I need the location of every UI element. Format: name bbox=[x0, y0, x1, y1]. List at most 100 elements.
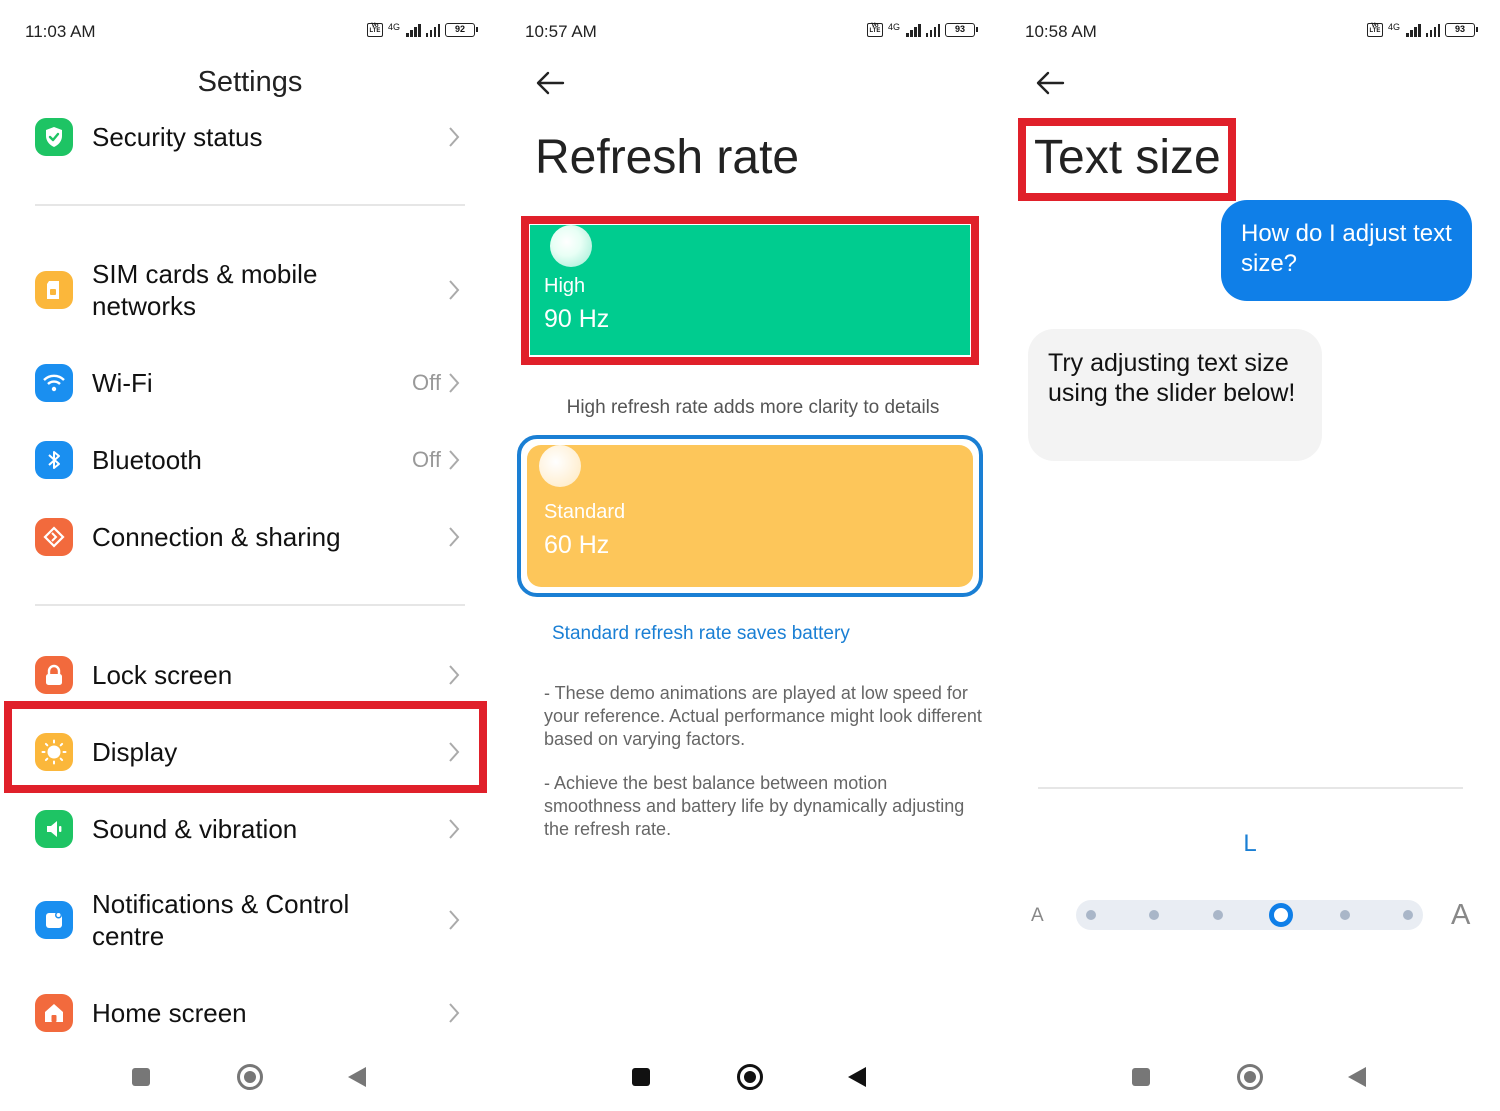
note-demo-animations: - These demo animations are played at lo… bbox=[544, 683, 982, 749]
settings-item-label: Home screen bbox=[92, 998, 247, 1028]
status-bar: 10:57 AM Vo LTE 4G 93 bbox=[525, 18, 978, 46]
navigation-bar bbox=[0, 1059, 500, 1095]
settings-item-label: Bluetooth bbox=[92, 445, 202, 475]
status-bar: 10:58 AM Vo LTE 4G 93 bbox=[1025, 18, 1478, 46]
settings-item-security-status[interactable]: Security status bbox=[35, 107, 465, 167]
settings-item-notifications[interactable]: Notifications & Control centre bbox=[35, 885, 465, 955]
battery-icon: 93 bbox=[1445, 23, 1478, 37]
text-size-slider[interactable] bbox=[1076, 900, 1423, 930]
back-arrow-icon[interactable] bbox=[535, 70, 565, 96]
volte-icon: Vo LTE bbox=[866, 23, 883, 37]
settings-item-label: SIM cards & mobile networks bbox=[92, 259, 318, 321]
slider-step-dot[interactable] bbox=[1086, 910, 1096, 920]
home-button[interactable] bbox=[737, 1064, 763, 1090]
status-icons: Vo LTE 4G 93 bbox=[1366, 22, 1478, 37]
lock-icon bbox=[35, 656, 73, 694]
settings-item-home-screen[interactable]: Home screen bbox=[35, 983, 465, 1043]
bluetooth-icon bbox=[35, 441, 73, 479]
refresh-option-label: High bbox=[544, 275, 586, 297]
chevron-right-icon bbox=[449, 450, 460, 470]
large-text-size-label: A bbox=[1451, 899, 1471, 931]
slider-thumb[interactable] bbox=[1269, 903, 1294, 927]
chevron-right-icon bbox=[449, 127, 460, 147]
network-type-label: 4G bbox=[887, 22, 900, 32]
settings-item-label: Connection & sharing bbox=[92, 522, 341, 552]
refresh-option-high[interactable]: High 90 Hz bbox=[530, 225, 970, 355]
speaker-icon bbox=[35, 810, 73, 848]
home-button[interactable] bbox=[237, 1064, 263, 1090]
settings-item-label: Wi-Fi bbox=[92, 368, 153, 398]
network-type-label: 4G bbox=[387, 22, 400, 32]
signal-icon bbox=[1425, 23, 1440, 37]
settings-item-label: Notifications & Control centre bbox=[92, 889, 350, 951]
back-button[interactable] bbox=[348, 1067, 366, 1087]
status-time: 10:57 AM bbox=[525, 22, 597, 41]
signal-icon bbox=[906, 23, 921, 37]
slider-step-dot[interactable] bbox=[1212, 910, 1223, 920]
user-message-bubble: How do I adjust text size? bbox=[1221, 200, 1472, 301]
refresh-rate-screen: 10:57 AM Vo LTE 4G 93 Refresh rate High 9… bbox=[500, 0, 1000, 1111]
settings-item-bluetooth[interactable]: Bluetooth Off bbox=[35, 430, 465, 490]
title-highlight-box bbox=[1018, 118, 1236, 201]
chevron-right-icon bbox=[449, 819, 460, 839]
status-icons: Vo LTE 4G 92 bbox=[366, 22, 478, 37]
recents-button[interactable] bbox=[132, 1068, 150, 1086]
navigation-bar bbox=[500, 1059, 1000, 1095]
settings-item-label: Sound & vibration bbox=[92, 814, 298, 844]
refresh-option-hz: 90 Hz bbox=[544, 305, 610, 333]
signal-icon bbox=[406, 23, 421, 37]
connection-sharing-icon bbox=[35, 518, 73, 556]
status-icons: Vo LTE 4G 93 bbox=[866, 22, 978, 37]
settings-screen: 11:03 AM Vo LTE 4G 92 Settings Security s… bbox=[0, 0, 500, 1111]
network-type-label: 4G bbox=[1387, 22, 1400, 32]
back-arrow-icon[interactable] bbox=[1035, 70, 1065, 96]
recents-button[interactable] bbox=[632, 1068, 650, 1086]
status-bar: 11:03 AM Vo LTE 4G 92 bbox=[25, 18, 478, 46]
chevron-right-icon bbox=[449, 1003, 460, 1023]
divider bbox=[1038, 787, 1463, 789]
bot-message-bubble: Try adjusting text size using the slider… bbox=[1028, 329, 1322, 461]
chevron-right-icon bbox=[449, 280, 460, 300]
small-text-size-label: A bbox=[1031, 905, 1044, 926]
page-title: Settings bbox=[197, 66, 303, 98]
status-time: 10:58 AM bbox=[1025, 22, 1097, 41]
signal-icon bbox=[925, 23, 940, 37]
settings-item-lock-screen[interactable]: Lock screen bbox=[35, 645, 465, 705]
wifi-status-value: Off bbox=[412, 370, 441, 395]
settings-item-sound-vibration[interactable]: Sound & vibration bbox=[35, 799, 465, 859]
bluetooth-status-value: Off bbox=[412, 447, 441, 472]
chevron-right-icon bbox=[449, 665, 460, 685]
chevron-right-icon bbox=[449, 373, 460, 393]
volte-icon: Vo LTE bbox=[1366, 23, 1383, 37]
note-best-balance: - Achieve the best balance between motio… bbox=[544, 773, 965, 839]
settings-item-connection-sharing[interactable]: Connection & sharing bbox=[35, 507, 465, 567]
page-title: Refresh rate bbox=[535, 131, 800, 184]
refresh-option-hz: 60 Hz bbox=[544, 531, 610, 559]
notification-icon bbox=[35, 901, 73, 939]
navigation-bar bbox=[1000, 1059, 1500, 1095]
chevron-right-icon bbox=[449, 910, 460, 930]
volte-icon: Vo LTE bbox=[366, 23, 383, 37]
signal-icon bbox=[1406, 23, 1421, 37]
text-size-screen: 10:58 AM Vo LTE 4G 93 Text size How do I … bbox=[1000, 0, 1500, 1111]
current-text-size-label: L bbox=[1243, 830, 1257, 857]
wifi-icon bbox=[35, 364, 73, 402]
settings-item-wifi[interactable]: Wi-Fi Off bbox=[35, 353, 465, 413]
shield-check-icon bbox=[35, 118, 73, 156]
chevron-right-icon bbox=[449, 527, 460, 547]
back-button[interactable] bbox=[848, 1067, 866, 1087]
settings-item-label: Lock screen bbox=[92, 660, 233, 690]
divider bbox=[35, 604, 465, 606]
settings-item-sim-cards[interactable]: SIM cards & mobile networks bbox=[35, 255, 465, 325]
display-highlight-box bbox=[4, 701, 487, 793]
slider-step-dot[interactable] bbox=[1339, 910, 1350, 920]
slider-step-dot[interactable] bbox=[1403, 910, 1413, 920]
settings-item-label: Security status bbox=[92, 122, 263, 152]
slider-step-dot[interactable] bbox=[1149, 910, 1160, 920]
high-refresh-caption: High refresh rate adds more clarity to d… bbox=[566, 397, 940, 418]
recents-button[interactable] bbox=[1132, 1068, 1150, 1086]
back-button[interactable] bbox=[1348, 1067, 1366, 1087]
refresh-option-standard[interactable]: Standard 60 Hz bbox=[527, 445, 973, 587]
home-icon bbox=[35, 994, 73, 1032]
home-button[interactable] bbox=[1237, 1064, 1263, 1090]
